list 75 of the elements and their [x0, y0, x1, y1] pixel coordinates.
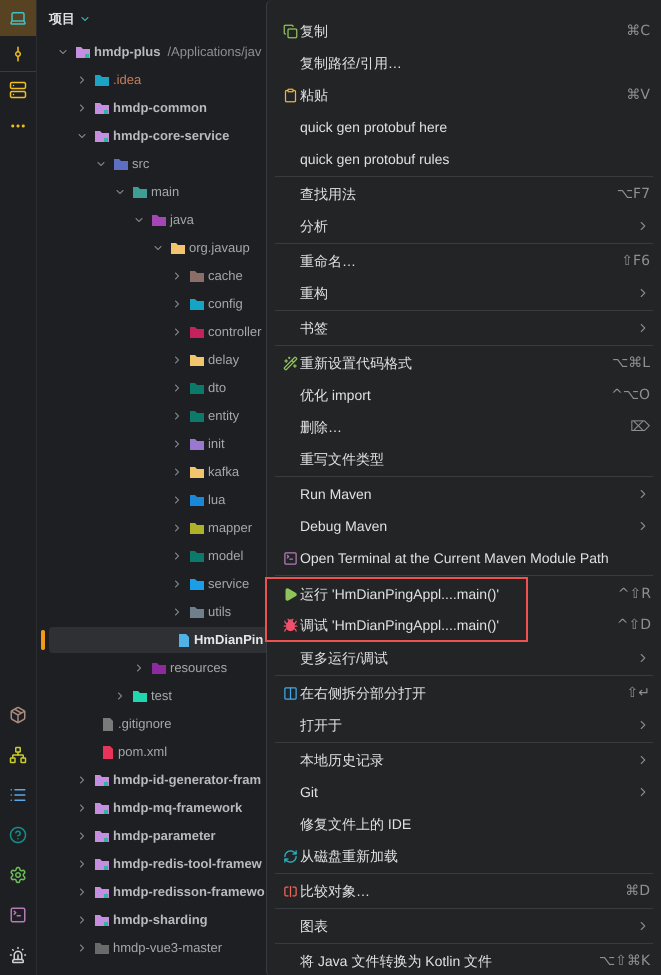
- menu-label: 比较对象…: [300, 882, 370, 900]
- menu-label: 重命名…: [300, 252, 356, 270]
- tree-label: hmdp-vue3-master: [113, 939, 222, 958]
- tree-label: config: [208, 295, 243, 314]
- menu-label: 在右侧拆分部分打开: [300, 684, 426, 702]
- menu-label: 重新设置代码格式: [300, 354, 412, 372]
- tree-label: .idea: [113, 71, 142, 90]
- tree-label: pom.xml: [118, 743, 168, 762]
- tree-label: hmdp-redisson-framewo: [113, 883, 265, 902]
- tree-label: main: [151, 183, 180, 202]
- shortcut-label: ^⇧D: [616, 616, 651, 634]
- tree-label: hmdp-common: [113, 99, 207, 118]
- tree-label: mapper: [208, 519, 252, 538]
- tree-label: hmdp-redis-tool-framew: [113, 855, 262, 874]
- tree-label: hmdp-id-generator-fram: [113, 771, 262, 790]
- shortcut-label: ⇧F6: [621, 252, 650, 270]
- shortcut-label: ⌘D: [625, 882, 650, 900]
- menu-label: 优化 import: [300, 386, 371, 405]
- menu-label: Debug Maven: [300, 516, 388, 536]
- menu-label: 粘贴: [300, 86, 328, 104]
- menu-label: Run Maven: [300, 484, 372, 504]
- menu-label: 从磁盘重新加载: [300, 846, 398, 866]
- menu-label: 调试 'HmDianPingAppl....main()': [300, 616, 500, 635]
- tree-label: service: [208, 575, 250, 594]
- tree-label: model: [208, 547, 244, 566]
- menu-label: 书签: [300, 318, 328, 338]
- tree-label: controller: [208, 323, 262, 342]
- shortcut-label: ^⌥O: [611, 386, 650, 404]
- menu-label: 修复文件上的 IDE: [300, 814, 412, 834]
- tree-label: cache: [208, 267, 243, 286]
- tree-label: java: [170, 211, 194, 230]
- shortcut-label: ⌘C: [626, 22, 650, 40]
- shortcut-label: ⌥⇧⌘K: [598, 952, 650, 970]
- menu-label: 更多运行/调试: [300, 648, 388, 668]
- tree-label: hmdp-sharding: [113, 911, 208, 930]
- menu-label: 本地历史记录: [300, 750, 384, 770]
- shortcut-label: ⌥⌘L: [612, 354, 650, 372]
- shortcut-label: ⌘V: [626, 86, 650, 104]
- menu-label: 删除…: [300, 418, 342, 436]
- tree-label: utils: [208, 603, 232, 622]
- shortcut-label: ⌥F7: [616, 184, 650, 204]
- menu-label: Open Terminal at the Current Maven Module Path: [300, 548, 609, 568]
- menu-label: 复制路径/引用…: [300, 54, 402, 72]
- tree-label: kafka: [208, 463, 240, 482]
- tree-label: test: [151, 687, 172, 706]
- menu-label: Git: [300, 782, 318, 802]
- tree-label: lua: [208, 491, 226, 510]
- tree-label: hmdp-plus: [94, 43, 160, 62]
- menu-label: 将 Java 文件转换为 Kotlin 文件: [300, 952, 492, 970]
- tree-label: entity: [208, 407, 240, 426]
- tree-label: dto: [208, 379, 226, 398]
- tree-label: init: [208, 435, 225, 454]
- tree-label: delay: [208, 351, 240, 370]
- tree-label: resources: [170, 659, 228, 678]
- tree-path: /Applications/jav: [167, 43, 262, 62]
- menu-label: 重构: [300, 284, 328, 302]
- tree-label: src: [132, 155, 150, 174]
- menu-label: 图表: [300, 916, 328, 936]
- menu-label: quick gen protobuf rules: [300, 150, 450, 169]
- menu-label: 复制: [300, 22, 328, 40]
- tree-label: .gitignore: [118, 715, 172, 734]
- tree-label: hmdp-parameter: [113, 827, 216, 846]
- tree-label: hmdp-core-service: [113, 127, 230, 146]
- shortcut-label: ⇧↵: [626, 684, 650, 702]
- menu-label: 分析: [300, 216, 328, 236]
- shortcut-label: ⌦: [630, 418, 650, 436]
- shortcut-label: ^⇧R: [618, 584, 651, 604]
- menu-label: 运行 'HmDianPingAppl....main()': [300, 584, 500, 604]
- menu-label: 打开于: [300, 716, 342, 734]
- menu-label: 重写文件类型: [300, 450, 384, 468]
- menu-label: quick gen protobuf here: [300, 118, 448, 137]
- tree-label: HmDianPin: [194, 631, 264, 650]
- menu-label: 查找用法: [300, 184, 356, 204]
- tree-label: org.javaup: [189, 239, 250, 258]
- tree-label: hmdp-mq-framework: [113, 799, 242, 818]
